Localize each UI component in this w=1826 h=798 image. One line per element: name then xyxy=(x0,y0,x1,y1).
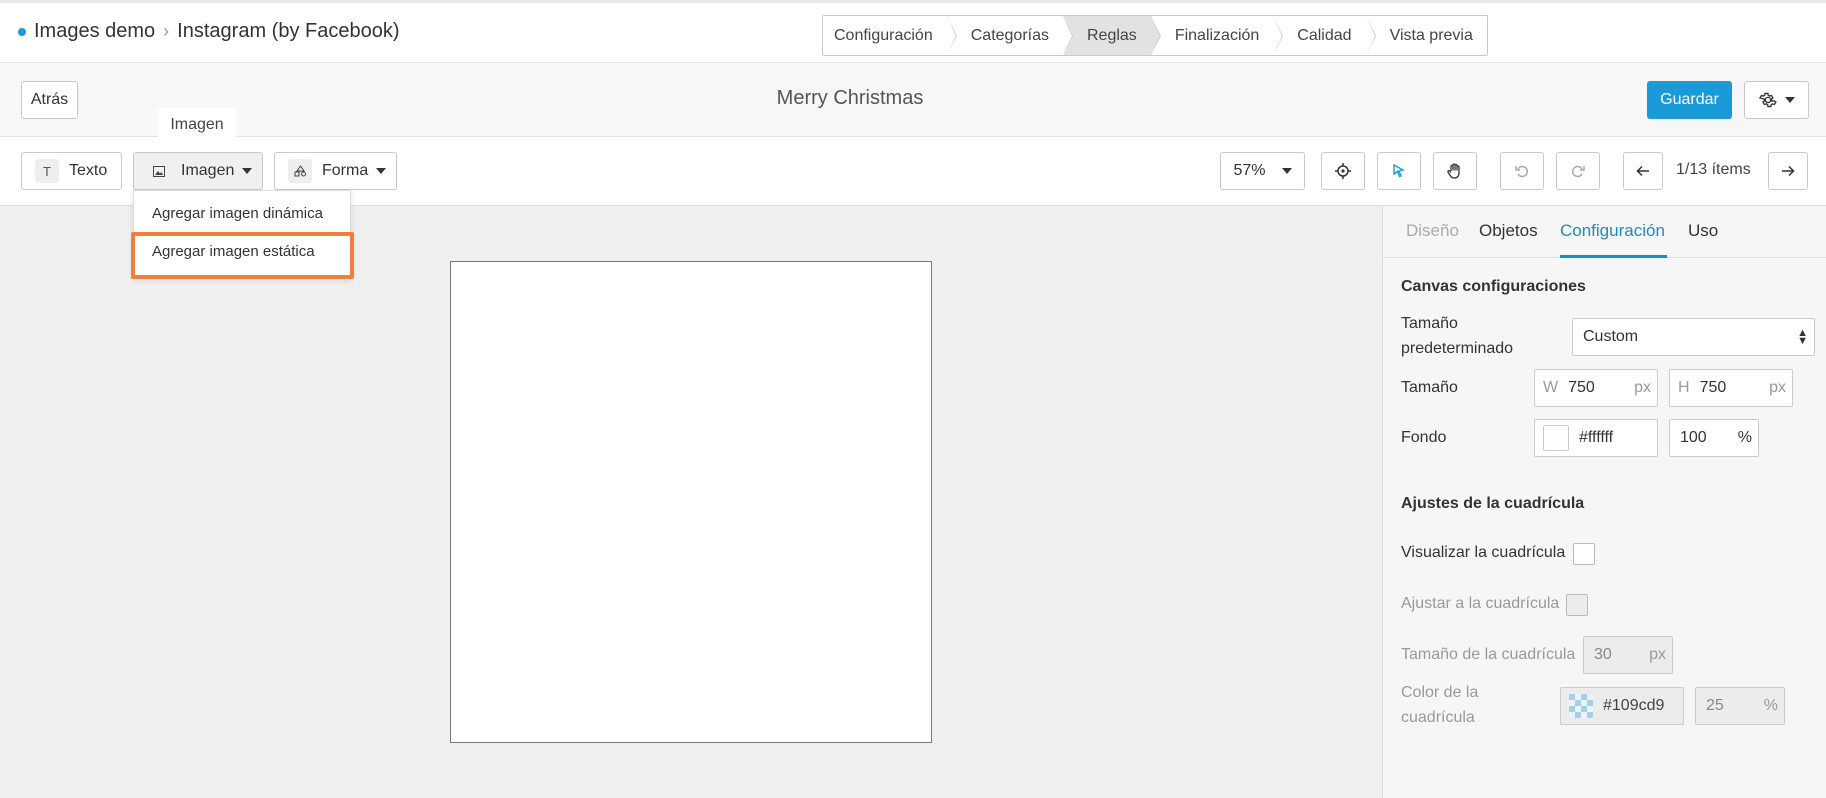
design-canvas[interactable] xyxy=(450,261,932,743)
width-prefix: W xyxy=(1543,379,1559,396)
arrow-left-icon xyxy=(1636,165,1649,177)
cursor-arrow-icon xyxy=(1393,164,1405,178)
active-tab-indicator xyxy=(1560,255,1667,258)
image-tooltip: Imagen xyxy=(158,108,236,142)
grid-size-label: Tamaño de la cuadrícula xyxy=(1401,646,1576,663)
grid-opacity-value: 25 xyxy=(1706,697,1724,714)
grid-color-label: Color de la cuadrícula xyxy=(1401,684,1479,726)
crosshair-icon xyxy=(1335,163,1351,179)
grid-size-field[interactable]: 30 px xyxy=(1583,636,1673,674)
caret-down-icon xyxy=(376,168,387,174)
grid-color-swatch[interactable] xyxy=(1569,694,1593,718)
add-shape-label: Forma xyxy=(322,162,369,179)
save-button[interactable]: Guardar xyxy=(1647,81,1732,119)
step-vista-previa[interactable]: Vista previa xyxy=(1365,16,1487,55)
arrow-right-icon xyxy=(1782,165,1795,177)
grid-settings-heading: Ajustes de la cuadrícula xyxy=(1401,495,1585,512)
caret-down-icon xyxy=(1281,168,1292,174)
properties-panel: Diseño Objetos Configuración Uso Canvas … xyxy=(1382,206,1826,798)
settings-button[interactable] xyxy=(1744,81,1809,119)
zoom-value: 57% xyxy=(1233,162,1266,179)
tab-configuracion[interactable]: Configuración xyxy=(1560,221,1665,241)
document-title: Merry Christmas xyxy=(776,87,924,109)
hand-icon xyxy=(1447,163,1460,179)
preset-size-value: Custom xyxy=(1583,328,1639,345)
background-color-value: #ffffff xyxy=(1579,429,1614,446)
tab-uso[interactable]: Uso xyxy=(1688,221,1718,241)
height-unit: px xyxy=(1769,379,1786,396)
show-grid-label: Visualizar la cuadrícula xyxy=(1401,544,1566,561)
breadcrumb-current: Instagram (by Facebook) xyxy=(177,20,400,42)
height-prefix: H xyxy=(1678,379,1690,396)
preset-size-label: Tamaño predeterminado xyxy=(1401,315,1514,357)
highlight-box xyxy=(131,232,354,279)
grid-size-unit: px xyxy=(1649,646,1666,663)
background-color-field[interactable]: #ffffff xyxy=(1534,419,1658,457)
step-calidad[interactable]: Calidad xyxy=(1273,16,1376,55)
image-icon xyxy=(147,159,171,183)
editor-title-bar: Atrás Merry Christmas xyxy=(0,63,1826,137)
width-unit: px xyxy=(1634,379,1651,396)
menu-item-add-dynamic-image[interactable]: Agregar imagen dinámica xyxy=(152,205,323,222)
canvas-settings-heading: Canvas configuraciones xyxy=(1401,278,1586,295)
step-categorias[interactable]: Categorías xyxy=(946,16,1074,55)
canvas-workspace[interactable] xyxy=(0,206,1382,798)
percent-unit: % xyxy=(1737,429,1752,446)
items-counter: 1/13 ítems xyxy=(1676,161,1751,178)
height-field[interactable]: H 750 px xyxy=(1669,369,1793,407)
grid-color-value: #109cd9 xyxy=(1603,697,1665,714)
step-configuracion[interactable]: Configuración xyxy=(823,16,957,55)
breadcrumb-root[interactable]: Images demo xyxy=(34,20,155,43)
grid-opacity-field[interactable]: 25 % xyxy=(1695,687,1785,725)
add-text-label: Texto xyxy=(69,162,108,179)
undo-button[interactable] xyxy=(1500,152,1544,190)
center-view-button[interactable] xyxy=(1321,152,1365,190)
add-image-button[interactable]: Imagen xyxy=(133,152,263,190)
panel-tabs: Diseño Objetos Configuración Uso xyxy=(1383,206,1826,258)
width-field[interactable]: W 750 px xyxy=(1534,369,1658,407)
tab-diseno[interactable]: Diseño xyxy=(1406,221,1459,241)
zoom-select[interactable]: 57% xyxy=(1220,152,1305,190)
add-image-label: Imagen xyxy=(181,162,235,179)
preset-size-select[interactable]: Custom ▲ ▼ xyxy=(1572,318,1815,356)
background-color-swatch[interactable] xyxy=(1543,425,1569,451)
background-opacity-field[interactable]: 100 % xyxy=(1669,419,1759,457)
grid-percent-unit: % xyxy=(1763,697,1778,714)
tab-objetos[interactable]: Objetos xyxy=(1479,221,1538,241)
grid-color-field[interactable]: #109cd9 xyxy=(1560,687,1684,725)
select-arrows-icon: ▲ ▼ xyxy=(1797,327,1808,347)
wizard-steps: Configuración Categorías Reglas Finaliza… xyxy=(822,15,1488,56)
pan-tool-button[interactable] xyxy=(1433,152,1477,190)
snap-grid-label: Ajustar a la cuadrícula xyxy=(1401,595,1560,612)
grid-size-value: 30 xyxy=(1594,646,1612,663)
redo-button[interactable] xyxy=(1556,152,1600,190)
caret-down-icon xyxy=(242,168,253,174)
previous-item-button[interactable] xyxy=(1623,152,1663,190)
top-header: Images demo › Instagram (by Facebook) Co… xyxy=(0,0,1826,63)
redo-icon xyxy=(1571,165,1585,178)
gear-icon xyxy=(1758,92,1777,108)
step-finalizacion[interactable]: Finalización xyxy=(1150,16,1284,55)
background-label: Fondo xyxy=(1401,429,1447,446)
add-shape-button[interactable]: Forma xyxy=(274,152,397,190)
text-icon: T xyxy=(35,159,59,183)
status-dot-icon xyxy=(18,27,26,36)
show-grid-checkbox[interactable] xyxy=(1573,543,1595,565)
caret-down-icon xyxy=(1784,97,1795,103)
height-value: 750 xyxy=(1699,379,1727,396)
size-label: Tamaño xyxy=(1401,379,1458,396)
step-reglas[interactable]: Reglas xyxy=(1063,16,1161,55)
background-opacity-value: 100 xyxy=(1680,429,1707,446)
breadcrumb: Images demo › Instagram (by Facebook) xyxy=(18,20,400,43)
undo-icon xyxy=(1515,165,1529,178)
shape-icon xyxy=(288,159,312,183)
chevron-right-icon: › xyxy=(163,21,170,41)
next-item-button[interactable] xyxy=(1768,152,1808,190)
add-text-button[interactable]: T Texto xyxy=(21,152,122,190)
width-value: 750 xyxy=(1568,379,1595,396)
snap-grid-checkbox[interactable] xyxy=(1566,594,1588,616)
select-tool-button[interactable] xyxy=(1377,152,1421,190)
